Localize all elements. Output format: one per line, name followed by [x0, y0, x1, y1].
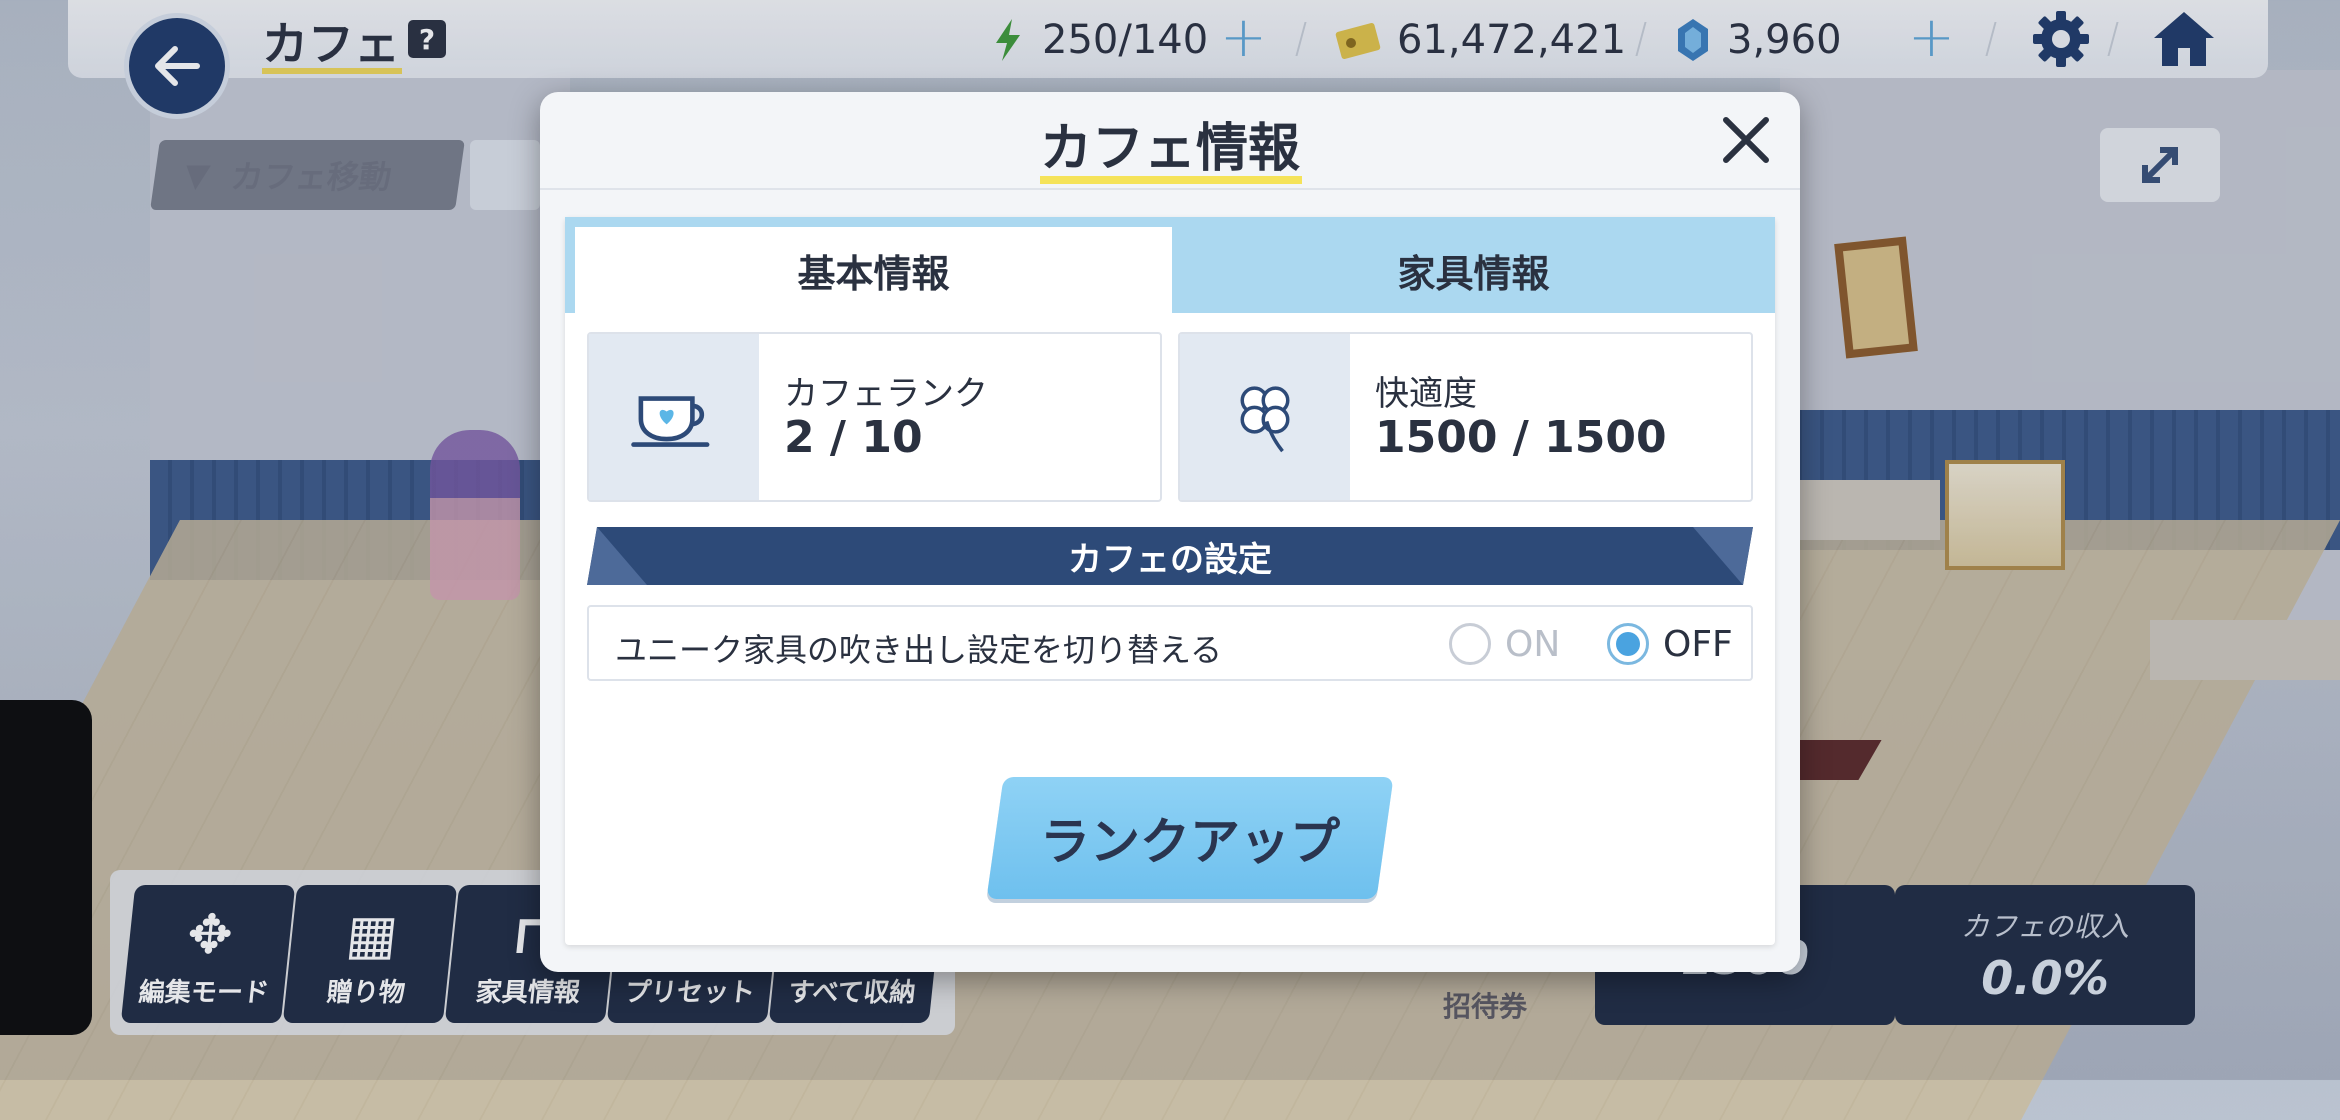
header-decoration	[1693, 527, 1753, 585]
radio-circle	[1449, 623, 1491, 665]
off-label: OFF	[1663, 623, 1733, 665]
comfort-label: 快適度	[1375, 374, 1477, 414]
cafe-rank-card: カフェランク 2 / 10	[587, 332, 1162, 502]
divider	[540, 188, 1800, 190]
cafe-rank-icon-box	[589, 334, 759, 500]
on-label: ON	[1505, 623, 1561, 665]
close-icon[interactable]	[1714, 108, 1778, 172]
setting-on-radio[interactable]: ON	[1449, 621, 1560, 667]
dialog-title: カフェ情報	[1039, 119, 1300, 179]
comfort-value: 1500 / 1500	[1375, 412, 1667, 463]
comfort-card: 快適度 1500 / 1500	[1178, 332, 1753, 502]
title-underline	[1040, 176, 1302, 184]
radio-circle-selected	[1607, 623, 1649, 665]
cafe-rank-label: カフェランク	[784, 374, 988, 414]
speech-bubble-setting-label: ユニーク家具の吹き出し設定を切り替える	[615, 631, 1223, 669]
cafe-rank-value: 2 / 10	[784, 412, 923, 463]
tab-bar: 基本情報 家具情報	[565, 217, 1775, 313]
setting-off-radio[interactable]: OFF	[1607, 621, 1733, 667]
rank-up-button[interactable]: ランクアップ	[986, 777, 1394, 899]
tab-basic-info[interactable]: 基本情報	[575, 227, 1172, 313]
dialog-content: 基本情報 家具情報 カフェランク 2 / 10 快適度 1500 / 1500 …	[565, 217, 1775, 945]
header-decoration	[587, 527, 647, 585]
cafe-info-dialog: カフェ情報 基本情報 家具情報 カフェランク 2 / 10 快適度 1500 /…	[540, 92, 1800, 972]
speech-bubble-setting-row: ユニーク家具の吹き出し設定を切り替える ON OFF	[587, 605, 1753, 681]
tab-furniture-info[interactable]: 家具情報	[1172, 227, 1775, 313]
comfort-icon-box	[1180, 334, 1350, 500]
teacup-heart-icon	[631, 396, 710, 447]
cafe-settings-title: カフェの設定	[1068, 539, 1272, 580]
cafe-settings-header: カフェの設定	[587, 527, 1753, 585]
rank-up-label: ランクアップ	[1040, 813, 1340, 871]
clover-icon	[1240, 386, 1290, 453]
